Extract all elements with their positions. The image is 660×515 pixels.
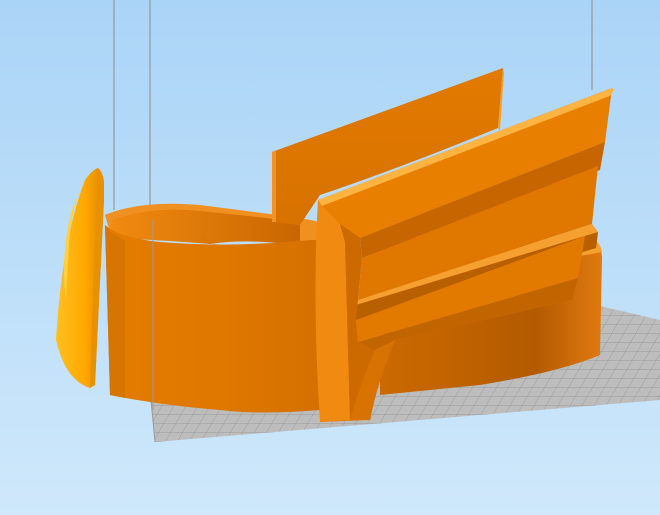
scene-canvas[interactable] (0, 0, 660, 515)
3d-viewport[interactable] (0, 0, 660, 515)
